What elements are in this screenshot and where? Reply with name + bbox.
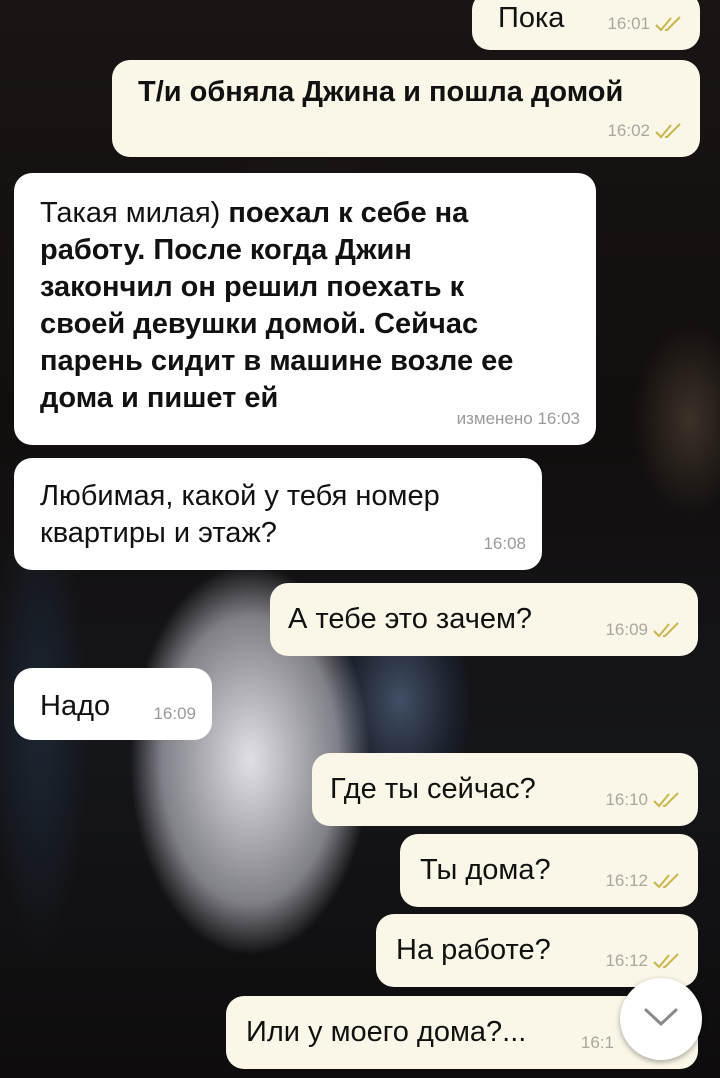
message-text: Надо: [40, 690, 111, 722]
message-text: А тебе это зачем?: [288, 603, 533, 635]
message-text: На работе?: [396, 934, 551, 966]
message-meta: 16:12: [605, 862, 682, 899]
message-meta: 16:08: [483, 525, 526, 562]
message-time: 16:09: [605, 620, 648, 639]
message-outgoing[interactable]: А тебе это зачем? 16:09: [270, 583, 698, 656]
message-incoming[interactable]: Любимая, какой у тебя номер квартиры и э…: [14, 458, 542, 570]
message-text: Ты дома?: [420, 854, 551, 886]
message-incoming[interactable]: Надо 16:09: [14, 668, 212, 740]
message-meta: 16:02: [607, 112, 684, 149]
message-text: Где ты сейчас?: [330, 773, 536, 805]
message-time: 16:01: [607, 14, 650, 33]
message-outgoing[interactable]: Т/и обняла Джина и пошла домой 16:02: [112, 60, 700, 157]
message-meta: 16:10: [605, 781, 682, 818]
message-time: 16:10: [605, 790, 648, 809]
message-meta: 16:01: [607, 5, 684, 42]
message-meta: 16:1: [581, 1024, 614, 1061]
message-outgoing[interactable]: Где ты сейчас? 16:10: [312, 753, 698, 826]
message-text: Т/и обняла Джина и пошла домой: [138, 76, 624, 108]
message-outgoing[interactable]: Пока 16:01: [472, 0, 700, 50]
message-outgoing[interactable]: Ты дома? 16:12: [400, 834, 698, 907]
message-text: Пока: [498, 2, 565, 34]
message-text: Или у моего дома?...: [246, 1016, 527, 1048]
message-incoming[interactable]: Такая милая) поехал к себе на работу. По…: [14, 173, 596, 445]
message-meta: 16:12: [605, 942, 682, 979]
message-text-normal: Такая милая): [40, 197, 221, 229]
double-check-icon: [652, 791, 682, 808]
message-time: 16:02: [607, 121, 650, 140]
double-check-icon: [652, 952, 682, 969]
message-meta: 16:09: [605, 611, 682, 648]
chevron-down-icon: [643, 1006, 679, 1033]
message-meta: изменено 16:03: [457, 400, 580, 437]
message-time: 16:12: [605, 951, 648, 970]
double-check-icon: [652, 872, 682, 889]
message-outgoing[interactable]: На работе? 16:12: [376, 914, 698, 987]
message-text-bold: поехал к себе на работу. После когда Джи…: [40, 197, 514, 414]
message-edited-time: изменено 16:03: [456, 409, 580, 428]
message-time: 16:09: [153, 704, 196, 723]
message-time: 16:08: [483, 534, 526, 553]
message-time: 16:1: [580, 1033, 614, 1052]
message-meta: 16:09: [153, 695, 196, 732]
double-check-icon: [654, 15, 684, 32]
double-check-icon: [652, 621, 682, 638]
message-text: Любимая, какой у тебя номер квартиры и э…: [40, 480, 440, 549]
scroll-to-bottom-button[interactable]: [620, 978, 702, 1060]
message-time: 16:12: [605, 871, 648, 890]
double-check-icon: [654, 122, 684, 139]
